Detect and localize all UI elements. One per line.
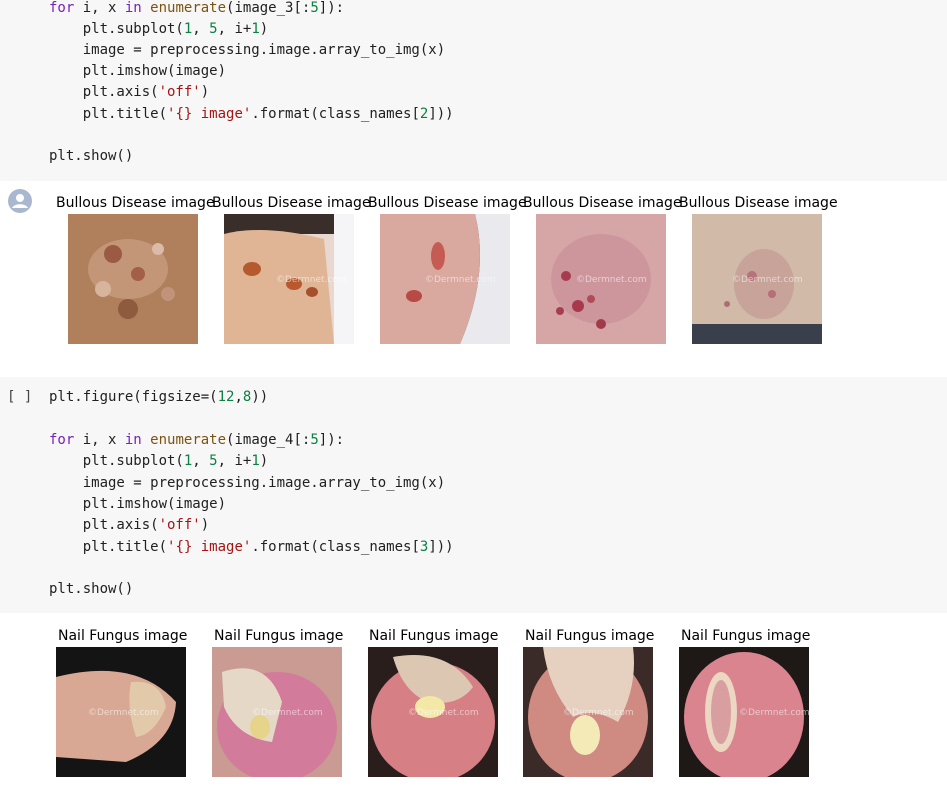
skin-image: ©Dermnet.com	[692, 214, 822, 344]
watermark-text: ©Dermnet.com	[739, 708, 809, 718]
code-line: plt.imshow(image)	[49, 496, 227, 512]
watermark-text: ©Dermnet.com	[88, 708, 159, 718]
subplot-title: Bullous Disease image	[679, 195, 838, 211]
subplot-title: Nail Fungus image	[58, 628, 188, 644]
skin-image: ©Dermnet.com	[224, 214, 354, 344]
watermark-text: ©Dermnet.com	[276, 275, 347, 285]
watermark-text: ©Dermnet.com	[252, 708, 323, 718]
code-line: plt.subplot(1, 5, i+1)	[49, 21, 269, 37]
code-line: image = preprocessing.image.array_to_img…	[49, 475, 446, 491]
subplot-title: Nail Fungus image	[369, 628, 499, 644]
subplot-title: Bullous Disease image	[523, 195, 682, 211]
code-line: plt.show()	[49, 581, 134, 597]
code-line: plt.imshow(image)	[49, 63, 227, 79]
code-line: plt.show()	[49, 148, 134, 164]
code-cell-1[interactable]: for i, x in enumerate(image_3[:5]): plt.…	[0, 0, 947, 181]
code-line: plt.axis('off')	[49, 517, 210, 533]
watermark-text: ©Dermnet.com	[408, 708, 479, 718]
watermark-text: ©Dermnet.com	[576, 275, 647, 285]
nail-image: ©Dermnet.com	[56, 647, 186, 777]
skin-image: ©Dermnet.com	[380, 214, 510, 344]
nail-image: ©Dermnet.com	[212, 647, 342, 777]
code-line: plt.axis('off')	[49, 84, 210, 100]
subplot-title: Nail Fungus image	[681, 628, 811, 644]
subplot-title: Bullous Disease image	[212, 195, 371, 211]
code-line: image = preprocessing.image.array_to_img…	[49, 42, 446, 58]
code-line: plt.title('{} image'.format(class_names[…	[49, 539, 454, 555]
code-cell-2[interactable]: [ ] plt.figure(figsize=(12,8)) for i, x …	[0, 377, 947, 613]
subplot-title: Bullous Disease image	[368, 195, 527, 211]
skin-image	[68, 214, 198, 344]
output-avatar-icon[interactable]	[8, 189, 32, 213]
subplot-title: Nail Fungus image	[214, 628, 344, 644]
code-line: plt.title('{} image'.format(class_names[…	[49, 106, 454, 122]
subplot-title: Bullous Disease image	[56, 195, 215, 211]
code-line: for i, x in enumerate(image_3[:5]):	[49, 0, 345, 16]
code-line: for i, x in enumerate(image_4[:5]):	[49, 432, 345, 448]
watermark-text: ©Dermnet.com	[563, 708, 634, 718]
watermark-text: ©Dermnet.com	[732, 275, 803, 285]
run-cell-button[interactable]: [ ]	[7, 387, 32, 408]
subplot-title: Nail Fungus image	[525, 628, 655, 644]
nail-image: ©Dermnet.com	[679, 647, 809, 777]
nail-image: ©Dermnet.com	[368, 647, 498, 777]
nail-image: ©Dermnet.com	[523, 647, 653, 777]
code-line: plt.figure(figsize=(12,8))	[49, 389, 269, 405]
watermark-text: ©Dermnet.com	[425, 275, 496, 285]
skin-image: ©Dermnet.com	[536, 214, 666, 344]
code-line: plt.subplot(1, 5, i+1)	[49, 453, 269, 469]
